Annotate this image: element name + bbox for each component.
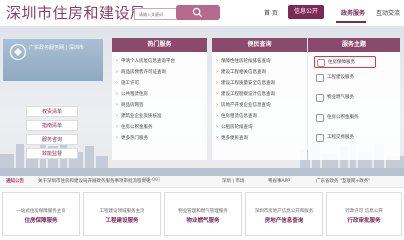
guangdong-gov-link[interactable]: 广东省政务 "互联网+政务" <box>316 178 370 184</box>
public-query-item[interactable]: 建设工程勘察设计信息查询 <box>216 89 307 100</box>
public-query-item[interactable]: 房地产开发企业信息查询 <box>216 100 307 111</box>
shenzhen-market-link[interactable]: 深圳 | 市场 <box>222 178 244 184</box>
card-real-estate-query[interactable]: 深圳市房地产信息公开和服务 房地产信息查询 <box>245 192 323 236</box>
more-public-query-link[interactable]: 更多便民查询 <box>216 133 307 144</box>
nav-interact[interactable]: 互动交流 <box>376 8 400 17</box>
card-subtitle: 一站式住房保障服务主页 <box>16 209 66 214</box>
power-list-button[interactable]: 权责清单 <box>26 106 78 117</box>
card-subtitle: 物业管理和燃气管理服务 <box>178 209 228 214</box>
hot-service-item[interactable]: 住房公积金服务 <box>116 122 207 133</box>
card-subtitle: 行政许可 信息公开 <box>345 209 383 214</box>
gov-service-logo-icon <box>9 43 27 61</box>
theme-housing-security[interactable]: 住房保障服务 <box>314 56 376 68</box>
notice-ticker: 通知公告 关于深圳市住房和建设局开展政务服务事项审批流程优化 [06-09] 深… <box>0 176 404 188</box>
hot-service-item[interactable]: 申请个人房屋信息查询平台 <box>116 56 207 67</box>
efficiency-supervision-button[interactable]: 效能监督 <box>26 148 78 159</box>
card-housing-security[interactable]: 一站式住房保障服务主页 住房保障服务 <box>2 192 80 236</box>
hot-service-item[interactable]: 建筑业企业资质核准 <box>116 111 207 122</box>
hot-service-item[interactable]: 公共租赁住房 <box>116 89 207 100</box>
gov-service-logo-text: 广东政务服务网 | 深圳市 <box>29 45 84 51</box>
card-engineering[interactable]: 工程建设领域服务主页 工程建设服务 <box>83 192 161 236</box>
theme-label: 工程交易服务 <box>327 135 354 140</box>
hot-service-item[interactable]: 商品房预售许可证查询 <box>116 67 207 78</box>
public-query-item[interactable]: 住房租赁信息查询 <box>216 111 307 122</box>
card-title: 工程建设服务 <box>105 218 139 224</box>
nav-service[interactable]: 政务服务 <box>341 8 365 17</box>
service-theme-title: 服务主题 <box>308 38 400 52</box>
gov-service-logo-card[interactable]: 广东政务服务网 | 深圳市 <box>3 39 103 81</box>
fund-icon <box>316 114 324 122</box>
public-query-panel: 便民查询 保障性住房轮候排名查询 建设工程相关信息查询 建设工程质量安全信息查询… <box>212 38 307 160</box>
public-query-item[interactable]: 保障性住房轮候排名查询 <box>216 56 307 67</box>
theme-housing-fund[interactable]: 住房公积金服务 <box>314 112 376 124</box>
more-hot-services-link[interactable]: 更多热门服务 <box>116 133 207 144</box>
theme-label: 物业燃气服务 <box>327 95 354 100</box>
nav-active-underline <box>336 21 366 23</box>
public-query-item[interactable]: 公租房轮候查询 <box>216 122 307 133</box>
guide-list-button[interactable]: 指南清单 <box>26 120 78 131</box>
nav-home[interactable]: 首 页 <box>264 8 278 17</box>
search-button[interactable] <box>176 5 220 20</box>
site-title[interactable]: 深圳市住房和建设局 <box>6 2 146 23</box>
crane-icon <box>316 74 324 82</box>
card-property-gas[interactable]: 物业管理和燃气管理服务 物业燃气服务 <box>164 192 242 236</box>
card-title: 住房保障服务 <box>24 218 58 224</box>
hot-services-title: 热门服务 <box>112 38 207 52</box>
nav-news[interactable]: 信息公开 <box>288 5 324 19</box>
search-icon <box>192 7 203 18</box>
theme-engineering-trade[interactable]: 工程交易服务 <box>314 132 376 144</box>
notice-text[interactable]: 关于深圳市住房和建设局开展政务服务事项审批流程优化 <box>38 178 151 184</box>
house-icon <box>317 59 325 67</box>
theme-label: 工程建设服务 <box>327 75 354 80</box>
public-query-item[interactable]: 建设工程质量安全信息查询 <box>216 78 307 89</box>
theme-property-gas[interactable]: 物业燃气服务 <box>314 92 376 104</box>
hot-service-item[interactable]: 商品房网签 <box>116 100 207 111</box>
card-admin-approval[interactable]: 行政许可 信息公开 行政审批服务 <box>326 192 402 236</box>
notice-label: 通知公告 <box>6 179 24 184</box>
card-title: 房地产信息查询 <box>264 218 304 224</box>
public-query-title: 便民查询 <box>212 38 307 52</box>
notice-date: [06-09] <box>143 178 160 183</box>
building-icon <box>316 94 324 102</box>
document-icon <box>316 134 324 142</box>
service-theme-panel: 服务主题 住房保障服务 工程建设服务 物业燃气服务 住房公积金服务 工程交易服务 <box>308 38 400 160</box>
theme-label: 住房保障服务 <box>328 60 355 65</box>
theme-engineering[interactable]: 工程建设服务 <box>314 72 376 84</box>
hot-service-item[interactable]: 施工许可 <box>116 78 207 89</box>
card-title: 物业燃气服务 <box>186 218 220 224</box>
theme-label: 住房公积金服务 <box>327 115 359 120</box>
hot-services-panel: 热门服务 申请个人房屋信息查询平台 商品房预售许可证查询 施工许可 公共租赁住房… <box>112 38 207 160</box>
card-subtitle: 工程建设领域服务主页 <box>99 209 145 214</box>
card-subtitle: 深圳市房地产信息公开和服务 <box>254 209 314 214</box>
yueshengshi-app-link[interactable]: 粤省事APP <box>268 178 290 184</box>
card-title: 行政审批服务 <box>347 218 381 224</box>
public-query-item[interactable]: 建设工程相关信息查询 <box>216 67 307 78</box>
service-consult-button[interactable]: 服务咨询 <box>26 134 78 145</box>
site-header: 深圳市住房和建设局 首 页 信息公开 政务服务 互动交流 <box>0 0 404 26</box>
